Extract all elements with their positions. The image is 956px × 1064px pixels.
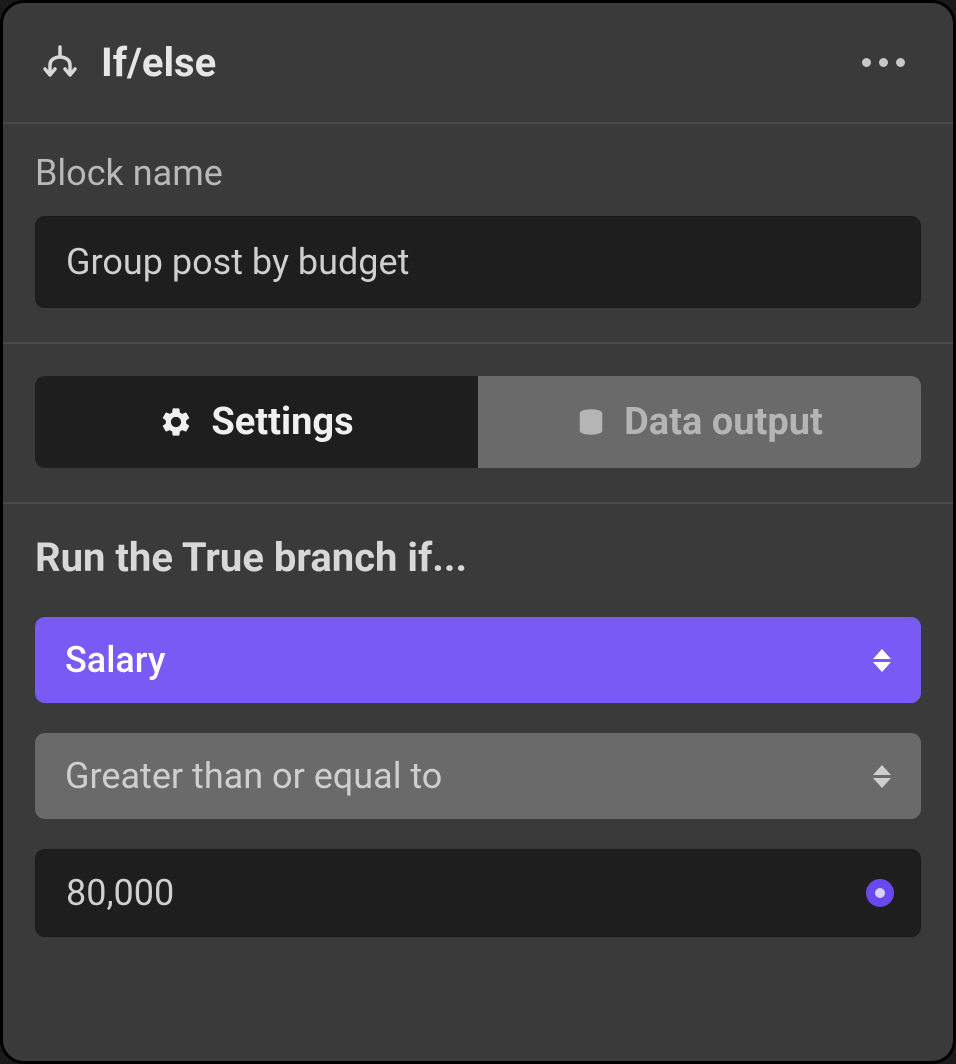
condition-value-input[interactable] xyxy=(66,872,866,914)
ifelse-panel: If/else Block name Settings xyxy=(0,0,956,1064)
sort-icon xyxy=(873,649,891,672)
block-name-input[interactable] xyxy=(35,216,921,308)
ifelse-icon xyxy=(39,42,81,84)
tab-data-output-label: Data output xyxy=(624,400,823,444)
condition-field-select[interactable]: Salary xyxy=(35,617,921,703)
tab-data-output[interactable]: Data output xyxy=(478,376,921,468)
tabs: Settings Data output xyxy=(35,376,921,468)
panel-title: If/else xyxy=(101,39,854,86)
condition-value-input-wrap xyxy=(35,849,921,937)
block-name-label: Block name xyxy=(35,152,921,194)
condition-field-value: Salary xyxy=(65,639,165,681)
tab-settings-label: Settings xyxy=(211,400,353,444)
condition-operator-select[interactable]: Greater than or equal to xyxy=(35,733,921,819)
tabs-section: Settings Data output xyxy=(3,344,953,504)
panel-header: If/else xyxy=(3,3,953,124)
condition-section: Run the True branch if... Salary Greater… xyxy=(3,504,953,973)
database-icon xyxy=(576,405,606,439)
more-options-button[interactable] xyxy=(854,50,913,75)
sort-icon xyxy=(873,765,891,788)
block-name-section: Block name xyxy=(3,124,953,344)
variable-indicator-icon[interactable] xyxy=(866,879,894,907)
condition-heading: Run the True branch if... xyxy=(35,534,921,581)
tab-settings[interactable]: Settings xyxy=(35,376,478,468)
gear-icon xyxy=(159,405,193,439)
condition-operator-value: Greater than or equal to xyxy=(65,755,442,797)
dots-icon xyxy=(862,58,871,67)
